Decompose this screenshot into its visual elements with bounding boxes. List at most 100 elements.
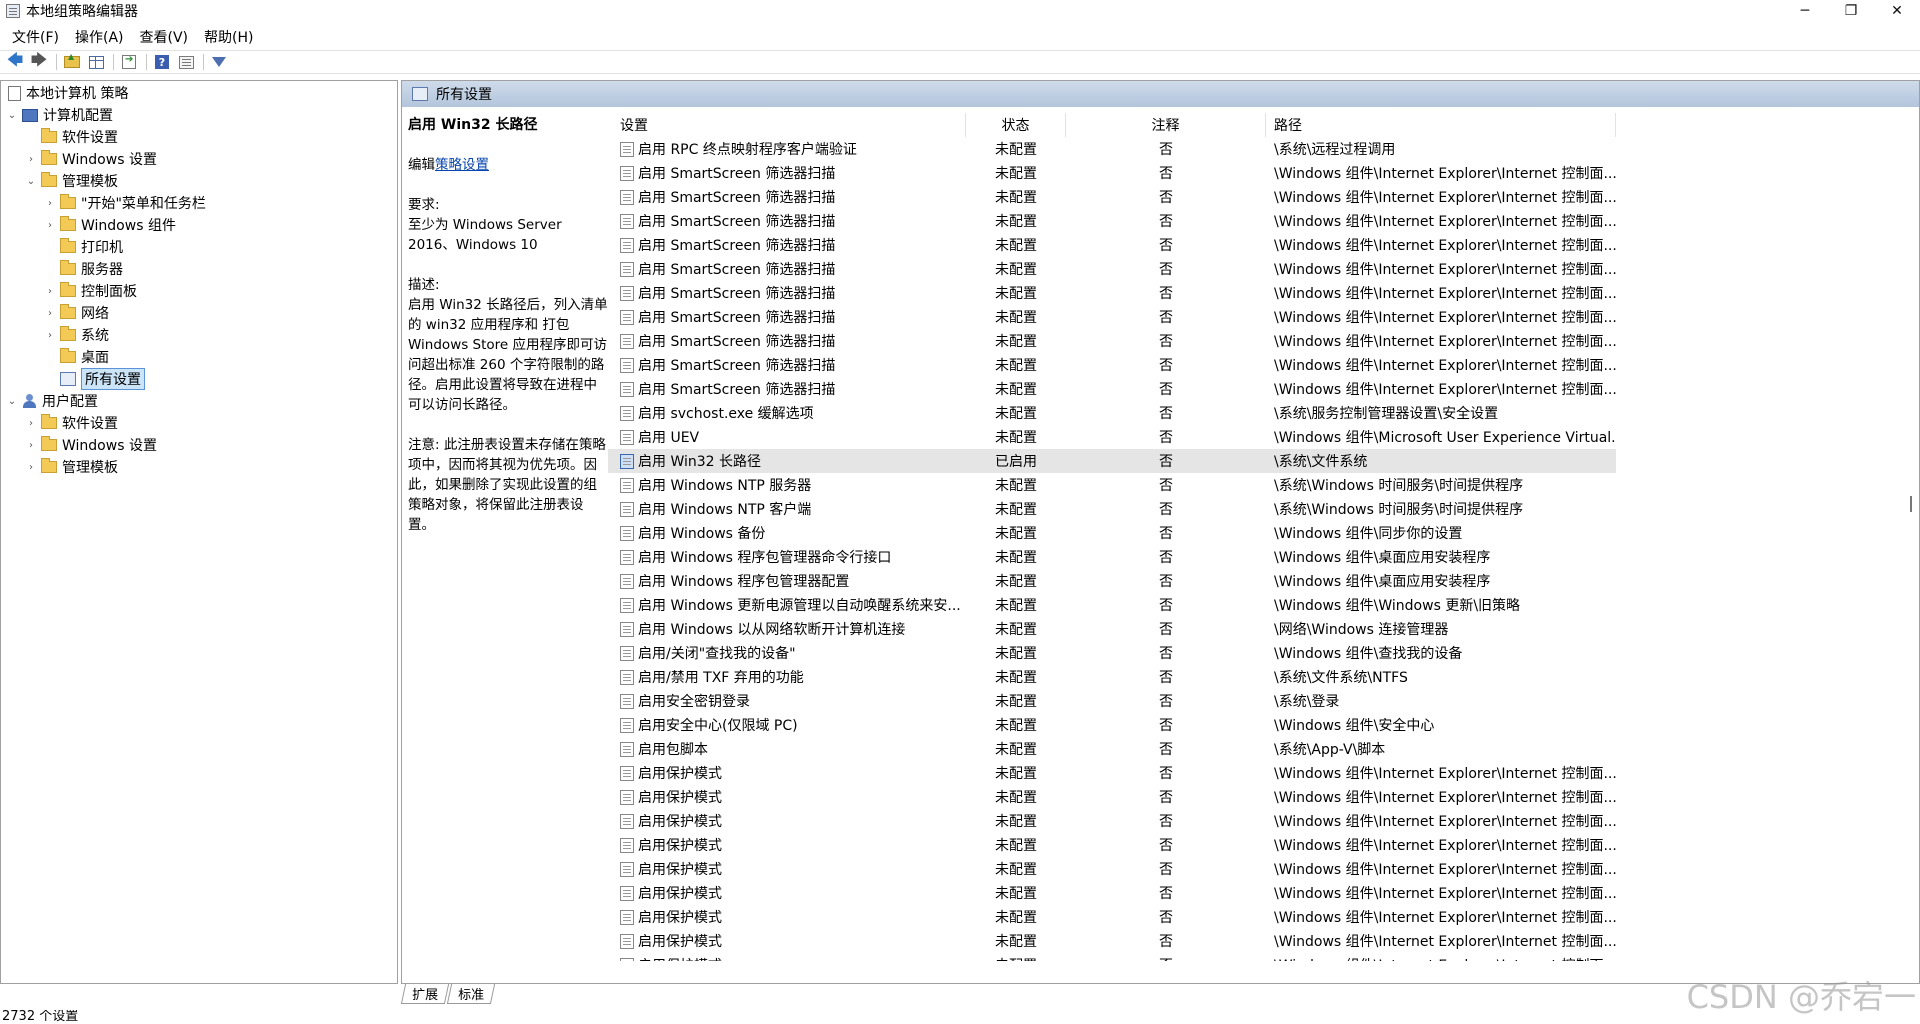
menu-help[interactable]: 帮助(H) (196, 27, 261, 47)
close-button[interactable]: ✕ (1874, 0, 1920, 22)
edit-policy-link[interactable]: 策略设置 (435, 157, 489, 173)
table-row[interactable]: 启用安全中心(仅限域 PC) 未配置 否 \Windows 组件\安全中心 (608, 713, 1920, 737)
tree-item-user-windows-settings[interactable]: › Windows 设置 (24, 435, 157, 455)
tree-item-windows-components[interactable]: › Windows 组件 (43, 215, 176, 235)
cell-path: \系统\远程过程调用 (1274, 142, 1396, 158)
tab-extended[interactable]: 扩展 (400, 984, 450, 1004)
table-row[interactable]: 启用 SmartScreen 筛选器扫描 未配置 否 \Windows 组件\Inte… (608, 353, 1920, 377)
folder-icon (60, 238, 76, 253)
table-row[interactable]: 启用 Windows 以从网络软断开计算机连接 未配置 否 \网络\Windows 连… (608, 617, 1920, 641)
table-row[interactable]: 启用保护模式未配置否\Windows 组件\Internet Explorer\… (608, 857, 1920, 881)
tree-item-windows-settings[interactable]: › Windows 设置 (24, 149, 157, 169)
table-row[interactable]: 启用保护模式未配置否\Windows 组件\Internet Explorer\… (608, 761, 1920, 785)
table-row[interactable]: 启用 Windows 备份 未配置 否 \Windows 组件\同步你的设置 (608, 521, 1920, 545)
help-button[interactable]: ? (151, 52, 173, 72)
chevron-right-icon[interactable]: › (43, 330, 57, 341)
tab-standard[interactable]: 标准 (446, 984, 496, 1004)
table-row[interactable]: 启用保护模式未配置否\Windows 组件\Internet Explorer\… (608, 809, 1920, 833)
table-row[interactable]: 启用/关闭"查找我的设备" 未配置 否 \Windows 组件\查找我的设备 (608, 641, 1920, 665)
tree-item-all-settings[interactable]: 所有设置 (43, 368, 145, 390)
table-row[interactable]: 启用保护模式未配置否\Windows 组件\Internet Explorer\… (608, 953, 1920, 961)
table-row[interactable]: 启用保护模式未配置否\Windows 组件\Internet Explorer\… (608, 785, 1920, 809)
table-row[interactable]: 启用 SmartScreen 筛选器扫描 未配置 否 \Windows 组件\Inte… (608, 185, 1920, 209)
table-row[interactable]: 启用保护模式未配置否\Windows 组件\Internet Explorer\… (608, 905, 1920, 929)
cell-setting: 启用保护模式 (608, 763, 966, 783)
table-row[interactable]: 启用 Win32 长路径 已启用 否 \系统\文件系统 (608, 449, 1616, 473)
table-row[interactable]: 启用保护模式未配置否\Windows 组件\Internet Explorer\… (608, 833, 1920, 857)
chevron-right-icon[interactable]: › (24, 440, 38, 451)
table-row[interactable]: 启用 SmartScreen 筛选器扫描 未配置 否 \Windows 组件\Inte… (608, 281, 1920, 305)
table-row[interactable]: 启用 SmartScreen 筛选器扫描 未配置 否 \Windows 组件\Inte… (608, 377, 1920, 401)
column-header-setting[interactable]: 设置 ⌃ (608, 113, 966, 137)
show-hide-tree-button[interactable] (85, 52, 107, 72)
tree-item-user-admin-templates[interactable]: › 管理模板 (24, 457, 118, 477)
chevron-right-icon[interactable]: › (43, 198, 57, 209)
scrollbar-thumb[interactable] (1910, 496, 1912, 512)
tree-item-system[interactable]: › 系统 (43, 325, 109, 345)
table-row[interactable]: 启用 svchost.exe 缓解选项 未配置 否 \系统\服务控制管理器设置\安全设… (608, 401, 1920, 425)
chevron-right-icon[interactable]: › (43, 220, 57, 231)
up-level-button[interactable] (61, 52, 83, 72)
menu-view[interactable]: 查看(V) (132, 27, 197, 47)
table-row[interactable]: 启用保护模式未配置否\Windows 组件\Internet Explorer\… (608, 881, 1920, 905)
chevron-down-icon[interactable]: ⌄ (5, 396, 19, 407)
cell-state: 未配置 (995, 622, 1037, 638)
table-row[interactable]: 启用 Windows 程序包管理器配置 未配置 否 \Windows 组件\桌面应用安… (608, 569, 1920, 593)
table-row[interactable]: 启用 UEV 未配置 否 \Windows 组件\Microsoft User Exp… (608, 425, 1920, 449)
cell-state: 未配置 (995, 934, 1037, 950)
tree-item-root[interactable]: 本地计算机 策略 (5, 83, 128, 103)
table-row[interactable]: 启用 RPC 终点映射程序客户端验证 未配置 否 \系统\远程过程调用 (608, 137, 1920, 161)
forward-button[interactable]: 🡆 (28, 50, 50, 72)
chevron-right-icon[interactable]: › (43, 308, 57, 319)
filter-button[interactable] (208, 52, 230, 72)
export-list-button[interactable] (118, 52, 140, 72)
chevron-down-icon[interactable]: ⌄ (24, 176, 38, 187)
cell-setting: 启用 SmartScreen 筛选器扫描 (608, 283, 966, 303)
minimize-button[interactable]: ─ (1782, 0, 1828, 22)
tree-item-printers[interactable]: 打印机 (43, 237, 123, 257)
tree-item-server[interactable]: 服务器 (43, 259, 123, 279)
tree-item-computer-config[interactable]: ⌄ 计算机配置 (5, 105, 113, 125)
tree-item-start-menu[interactable]: › "开始"菜单和任务栏 (43, 193, 206, 213)
table-row[interactable]: 启用 SmartScreen 筛选器扫描 未配置 否 \Windows 组件\Inte… (608, 233, 1920, 257)
table-row[interactable]: 启用 SmartScreen 筛选器扫描 未配置 否 \Windows 组件\Inte… (608, 305, 1920, 329)
table-row[interactable]: 启用 Windows NTP 服务器 未配置 否 \系统\Windows 时间服务\时… (608, 473, 1920, 497)
column-header-state[interactable]: 状态 (966, 113, 1066, 137)
requirements-text: 至少为 Windows Server 2016、Windows 10 (408, 217, 562, 253)
tree-item-control-panel[interactable]: › 控制面板 (43, 281, 137, 301)
properties-button[interactable] (175, 52, 197, 72)
tree-item-user-software-settings[interactable]: › 软件设置 (24, 413, 118, 433)
tree-item-network[interactable]: › 网络 (43, 303, 109, 323)
settings-list[interactable]: 设置 ⌃ 状态 注释 路径 启用 RPC 终点映射程序客户端验证未配置否\系统\… (608, 113, 1920, 961)
table-row[interactable]: 启用 SmartScreen 筛选器扫描 未配置 否 \Windows 组件\Inte… (608, 209, 1920, 233)
policy-setting-icon (620, 261, 634, 277)
chevron-right-icon[interactable]: › (24, 462, 38, 473)
chevron-down-icon[interactable]: ⌄ (5, 110, 19, 121)
chevron-right-icon[interactable]: › (24, 418, 38, 429)
cell-note: 否 (1159, 646, 1173, 662)
table-row[interactable]: 启用/禁用 TXF 弃用的功能 未配置 否 \系统\文件系统\NTFS (608, 665, 1920, 689)
table-row[interactable]: 启用安全密钥登录 未配置 否 \系统\登录 (608, 689, 1920, 713)
menu-action[interactable]: 操作(A) (67, 27, 132, 47)
table-row[interactable]: 启用 SmartScreen 筛选器扫描 未配置 否 \Windows 组件\Inte… (608, 257, 1920, 281)
chevron-right-icon[interactable]: › (24, 154, 38, 165)
chevron-right-icon[interactable]: › (43, 286, 57, 297)
menu-file[interactable]: 文件(F) (4, 27, 67, 47)
table-row[interactable]: 启用包脚本 未配置 否 \系统\App-V\脚本 (608, 737, 1920, 761)
maximize-button[interactable]: ❐ (1828, 0, 1874, 22)
column-header-path[interactable]: 路径 (1266, 113, 1616, 137)
column-header-note[interactable]: 注释 (1066, 113, 1266, 137)
table-row[interactable]: 启用保护模式未配置否\Windows 组件\Internet Explorer\… (608, 929, 1920, 953)
tree-item-desktop[interactable]: 桌面 (43, 347, 109, 367)
table-row[interactable]: 启用 Windows NTP 客户端 未配置 否 \系统\Windows 时间服务\时… (608, 497, 1920, 521)
back-button[interactable]: 🡄 (4, 50, 26, 72)
table-row[interactable]: 启用 SmartScreen 筛选器扫描 未配置 否 \Windows 组件\Inte… (608, 329, 1920, 353)
table-row[interactable]: 启用 SmartScreen 筛选器扫描 未配置 否 \Windows 组件\Inte… (608, 161, 1920, 185)
console-tree[interactable]: 本地计算机 策略 ⌄ 计算机配置 软件设置 › Windows 设置 ⌄ 管理模… (0, 80, 398, 984)
cell-path: \Windows 组件\Internet Explorer\Internet 控… (1274, 334, 1616, 350)
table-row[interactable]: 启用 Windows 更新电源管理以自动唤醒系统来安... 未配置 否 \Window… (608, 593, 1920, 617)
table-row[interactable]: 启用 Windows 程序包管理器命令行接口 未配置 否 \Windows 组件\桌面… (608, 545, 1920, 569)
tree-item-software-settings[interactable]: 软件设置 (24, 127, 118, 147)
tree-item-user-config[interactable]: ⌄ 用户配置 (5, 391, 98, 411)
tree-item-admin-templates[interactable]: ⌄ 管理模板 (24, 171, 118, 191)
